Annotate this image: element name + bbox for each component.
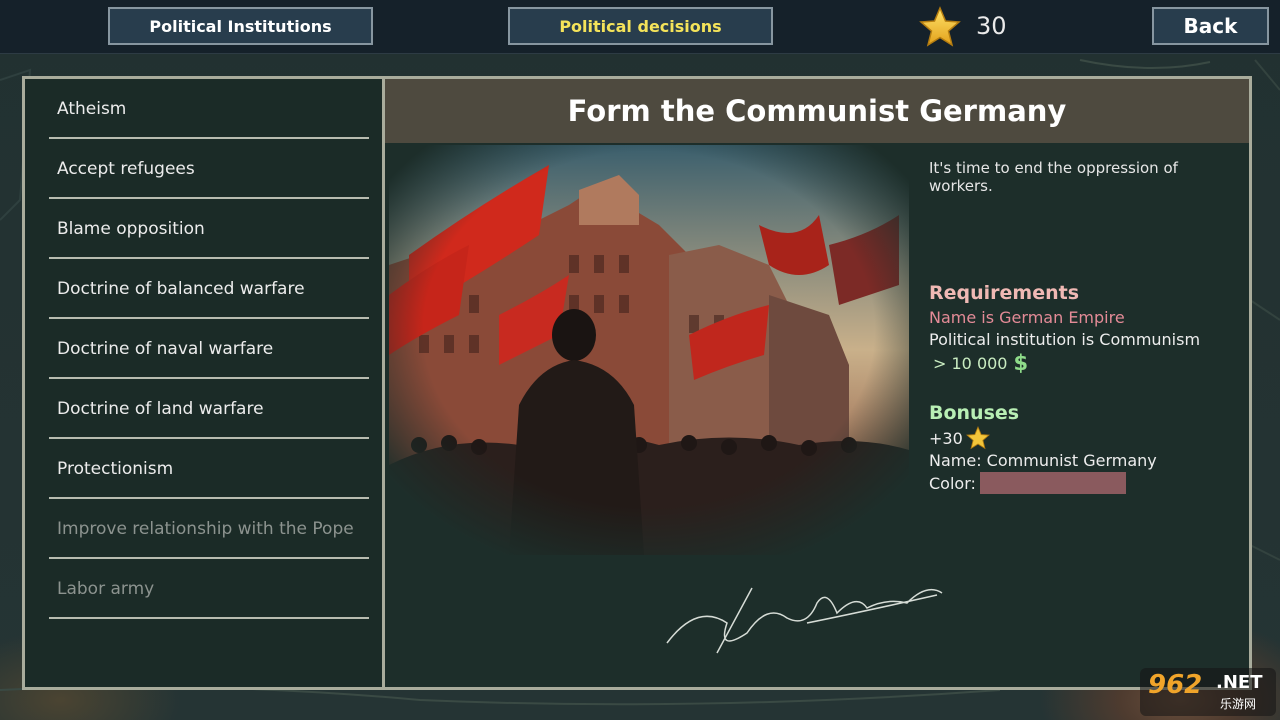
requirements-heading: Requirements (929, 282, 1080, 304)
decision-item-land-warfare[interactable]: Doctrine of land warfare (49, 381, 369, 439)
decision-item-label: Doctrine of naval warfare (57, 339, 274, 359)
decision-list: Atheism Accept refugees Blame opposition… (25, 79, 385, 687)
bonus-color-label: Color: (929, 473, 976, 493)
decision-item-label: Doctrine of land warfare (57, 399, 264, 419)
bonus-points: +30 (929, 426, 991, 450)
decision-item-balanced-warfare[interactable]: Doctrine of balanced warfare (49, 261, 369, 319)
decision-item-label: Labor army (57, 579, 155, 599)
star-icon (965, 426, 990, 450)
decision-detail: Form the Communist Germany It's time to … (385, 79, 1249, 687)
signature (666, 587, 943, 654)
requirement-money: > 10 000 $ (933, 351, 1028, 375)
decision-item-label: Accept refugees (57, 159, 195, 179)
bonus-name: Name: Communist Germany (929, 451, 1157, 470)
top-bar: Political Institutions Political decisio… (0, 0, 1280, 54)
watermark-chinese: 乐游网 (1220, 697, 1257, 711)
decision-title: Form the Communist Germany (385, 79, 1249, 143)
decision-illustration (389, 145, 909, 555)
bonus-color: Color: (929, 472, 1126, 494)
decision-item-label: Blame opposition (57, 219, 205, 239)
watermark-number: 962 (1148, 670, 1203, 700)
points-counter: 30 (976, 12, 1007, 40)
star-icon (918, 6, 962, 48)
decision-item-label: Protectionism (57, 459, 174, 479)
bonuses-heading: Bonuses (929, 402, 1020, 424)
decisions-panel: Atheism Accept refugees Blame opposition… (22, 76, 1252, 690)
description-text: It's time to end the oppression of worke… (929, 159, 1178, 195)
requirement-met: Political institution is Communism (929, 330, 1201, 349)
color-swatch (979, 472, 1126, 494)
decision-item-label: Doctrine of balanced warfare (57, 279, 305, 299)
decision-description: It's time to end the oppression of worke… (929, 159, 1229, 195)
decision-item-label: Atheism (57, 99, 127, 119)
money-amount: > 10 000 (933, 353, 1008, 373)
decision-item-naval-warfare[interactable]: Doctrine of naval warfare (49, 321, 369, 379)
requirement-unmet: Name is German Empire (929, 308, 1125, 327)
decision-item-label: Improve relationship with the Pope (57, 519, 354, 539)
decision-item-accept-refugees[interactable]: Accept refugees (49, 141, 369, 199)
decision-item-protectionism[interactable]: Protectionism (49, 441, 369, 499)
political-institutions-button[interactable]: Political Institutions (108, 7, 373, 45)
back-button[interactable]: Back (1152, 7, 1269, 45)
decision-item-atheism[interactable]: Atheism (49, 81, 369, 139)
dollar-icon: $ (1013, 351, 1029, 375)
decision-item-labor-army[interactable]: Labor army (49, 561, 369, 619)
site-watermark: 962 .NET 乐游网 (1140, 668, 1276, 716)
political-decisions-button[interactable]: Political decisions (508, 7, 773, 45)
decision-item-pope-relationship[interactable]: Improve relationship with the Pope (49, 501, 369, 559)
watermark-suffix: .NET (1216, 672, 1263, 693)
decision-item-blame-opposition[interactable]: Blame opposition (49, 201, 369, 259)
bonus-points-value: +30 (929, 428, 963, 448)
